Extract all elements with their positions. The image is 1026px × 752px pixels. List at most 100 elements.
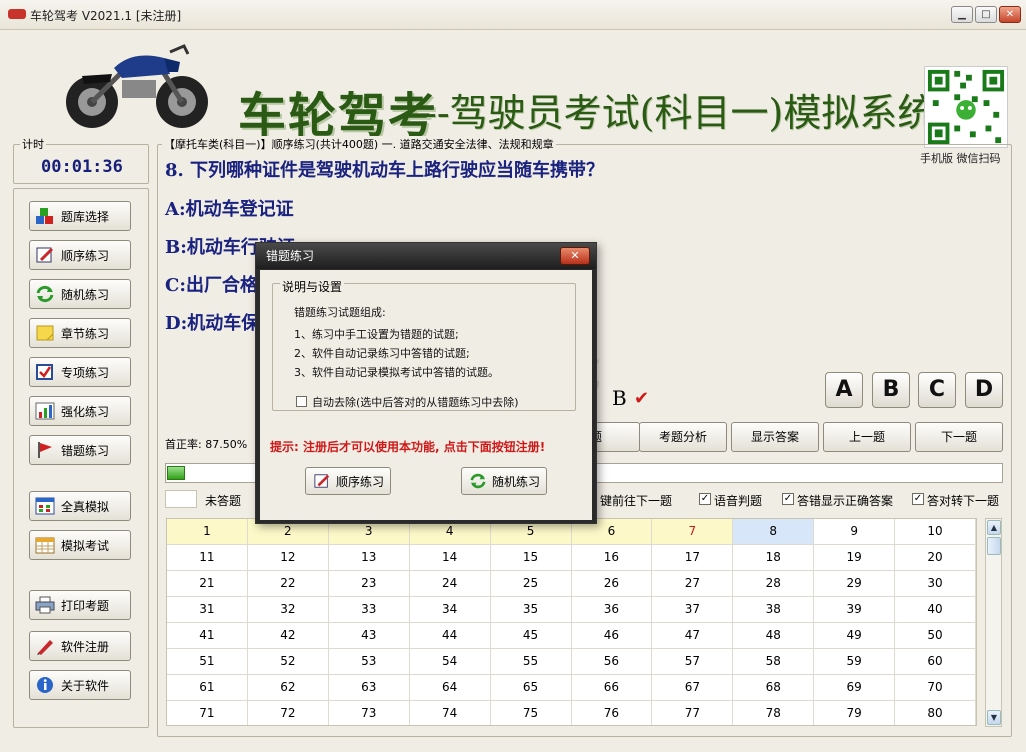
question-number-cell[interactable]: 41 — [167, 623, 248, 649]
question-number-cell[interactable]: 23 — [328, 571, 410, 597]
question-number-cell[interactable]: 24 — [409, 571, 491, 597]
question-number-cell[interactable]: 79 — [814, 701, 896, 725]
question-number-cell[interactable]: 59 — [814, 649, 896, 675]
question-number-cell[interactable]: 34 — [409, 597, 491, 623]
question-number-cell[interactable]: 65 — [490, 675, 572, 701]
question-number-cell[interactable]: 14 — [409, 545, 491, 571]
question-analysis-button[interactable]: 考题分析 — [639, 422, 727, 452]
question-number-cell[interactable]: 36 — [571, 597, 653, 623]
question-number-cell[interactable]: 31 — [167, 597, 248, 623]
question-number-cell[interactable]: 29 — [814, 571, 896, 597]
question-number-cell[interactable]: 26 — [571, 571, 653, 597]
sidebar-item-wrong-questions[interactable]: 错题练习 — [29, 435, 131, 465]
question-number-cell[interactable]: 33 — [328, 597, 410, 623]
question-number-cell[interactable]: 54 — [409, 649, 491, 675]
question-number-cell[interactable]: 63 — [328, 675, 410, 701]
question-number-cell[interactable]: 21 — [167, 571, 248, 597]
question-number-cell[interactable]: 70 — [895, 675, 976, 701]
question-number-cell[interactable]: 35 — [490, 597, 572, 623]
question-number-cell[interactable]: 25 — [490, 571, 572, 597]
question-number-cell[interactable]: 17 — [652, 545, 734, 571]
question-number-cell[interactable]: 7 — [652, 519, 734, 545]
question-number-cell[interactable]: 37 — [652, 597, 734, 623]
voice-judge-checkbox[interactable]: ✓ — [699, 493, 711, 505]
dialog-random-button[interactable]: 随机练习 — [461, 467, 547, 495]
dialog-close-button[interactable]: ✕ — [560, 247, 590, 265]
question-number-cell[interactable]: 42 — [247, 623, 329, 649]
question-number-cell[interactable]: 27 — [652, 571, 734, 597]
answer-d-button[interactable]: D — [965, 372, 1003, 408]
scroll-down-icon[interactable]: ▼ — [987, 710, 1001, 725]
sidebar-item-register[interactable]: 软件注册 — [29, 631, 131, 661]
show-answer-button[interactable]: 显示答案 — [731, 422, 819, 452]
question-number-cell[interactable]: 43 — [328, 623, 410, 649]
question-number-cell[interactable]: 38 — [733, 597, 815, 623]
question-number-cell[interactable]: 66 — [571, 675, 653, 701]
question-number-cell[interactable]: 1 — [167, 519, 248, 545]
question-number-cell[interactable]: 76 — [572, 701, 653, 725]
question-number-cell[interactable]: 48 — [733, 623, 815, 649]
question-number-cell[interactable]: 64 — [409, 675, 491, 701]
question-number-cell[interactable]: 71 — [167, 701, 248, 725]
sidebar-item-special[interactable]: 专项练习 — [29, 357, 131, 387]
question-number-cell[interactable]: 15 — [490, 545, 572, 571]
sidebar-item-random[interactable]: 随机练习 — [29, 279, 131, 309]
question-number-cell[interactable]: 62 — [247, 675, 329, 701]
question-number-cell[interactable]: 74 — [410, 701, 491, 725]
maximize-button[interactable]: □ — [975, 6, 997, 23]
question-number-cell[interactable]: 56 — [571, 649, 653, 675]
question-number-cell[interactable]: 44 — [409, 623, 491, 649]
question-number-cell[interactable]: 72 — [248, 701, 329, 725]
question-number-cell[interactable]: 8 — [733, 519, 815, 545]
sidebar-item-chapter[interactable]: 章节练习 — [29, 318, 131, 348]
sidebar-item-mock-exam[interactable]: 模拟考试 — [29, 530, 131, 560]
question-number-cell[interactable]: 58 — [733, 649, 815, 675]
question-number-cell[interactable]: 61 — [167, 675, 248, 701]
question-number-cell[interactable]: 20 — [895, 545, 976, 571]
answer-b-button[interactable]: B — [872, 372, 910, 408]
question-number-cell[interactable]: 57 — [652, 649, 734, 675]
previous-question-button[interactable]: 上一题 — [823, 422, 911, 452]
sidebar-item-sequential[interactable]: 顺序练习 — [29, 240, 131, 270]
question-number-cell[interactable]: 9 — [814, 519, 896, 545]
question-number-cell[interactable]: 13 — [328, 545, 410, 571]
question-number-cell[interactable]: 75 — [491, 701, 572, 725]
question-number-cell[interactable]: 10 — [895, 519, 976, 545]
question-number-cell[interactable]: 47 — [652, 623, 734, 649]
question-number-cell[interactable]: 12 — [247, 545, 329, 571]
question-number-cell[interactable]: 50 — [895, 623, 976, 649]
show-correct-checkbox[interactable]: ✓ — [782, 493, 794, 505]
scroll-thumb[interactable] — [987, 537, 1001, 555]
question-number-cell[interactable]: 60 — [895, 649, 976, 675]
question-number-cell[interactable]: 80 — [895, 701, 976, 725]
question-number-cell[interactable]: 52 — [247, 649, 329, 675]
question-number-cell[interactable]: 55 — [490, 649, 572, 675]
question-number-cell[interactable]: 39 — [814, 597, 896, 623]
question-number-cell[interactable]: 53 — [328, 649, 410, 675]
close-button[interactable]: ✕ — [999, 6, 1021, 23]
question-number-cell[interactable]: 73 — [329, 701, 410, 725]
auto-next-checkbox[interactable]: ✓ — [912, 493, 924, 505]
question-number-cell[interactable]: 16 — [571, 545, 653, 571]
question-number-cell[interactable]: 46 — [571, 623, 653, 649]
question-number-cell[interactable]: 51 — [167, 649, 248, 675]
sidebar-item-about[interactable]: 关于软件 — [29, 670, 131, 700]
question-number-cell[interactable]: 28 — [733, 571, 815, 597]
sidebar-item-intensive[interactable]: 强化练习 — [29, 396, 131, 426]
question-number-cell[interactable]: 67 — [652, 675, 734, 701]
question-number-cell[interactable]: 11 — [167, 545, 248, 571]
auto-remove-checkbox[interactable] — [296, 396, 307, 407]
question-number-cell[interactable]: 68 — [733, 675, 815, 701]
sidebar-item-question-bank[interactable]: 题库选择 — [29, 201, 131, 231]
question-number-cell[interactable]: 30 — [895, 571, 976, 597]
question-number-cell[interactable]: 18 — [733, 545, 815, 571]
question-number-cell[interactable]: 32 — [247, 597, 329, 623]
scroll-up-icon[interactable]: ▲ — [987, 520, 1001, 535]
grid-scrollbar[interactable]: ▲ ▼ — [985, 518, 1002, 727]
question-number-cell[interactable]: 22 — [247, 571, 329, 597]
answer-a-button[interactable]: A — [825, 372, 863, 408]
question-number-cell[interactable]: 77 — [652, 701, 734, 725]
question-number-cell[interactable]: 69 — [814, 675, 896, 701]
question-number-cell[interactable]: 78 — [733, 701, 815, 725]
sidebar-item-full-simulation[interactable]: 全真模拟 — [29, 491, 131, 521]
